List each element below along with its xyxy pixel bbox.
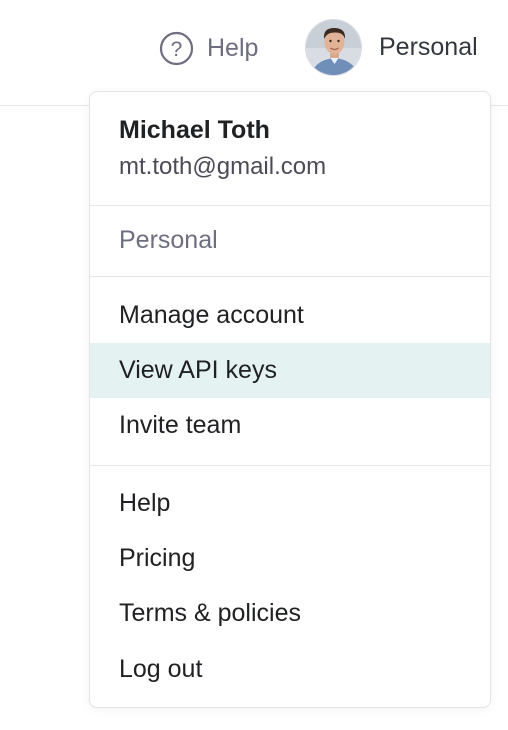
account-label: Personal (379, 32, 478, 61)
user-info: Michael Toth mt.toth@gmail.com (90, 92, 490, 206)
menu-item-label: View API keys (119, 356, 277, 384)
menu-item-log-out[interactable]: Log out (90, 642, 490, 697)
help-label: Help (207, 33, 259, 62)
menu-item-terms-policies[interactable]: Terms & policies (90, 586, 490, 641)
menu-item-invite-team[interactable]: Invite team (90, 398, 490, 453)
menu-item-label: Terms & policies (119, 599, 301, 627)
menu-item-pricing[interactable]: Pricing (90, 531, 490, 586)
account-dropdown-menu: Michael Toth mt.toth@gmail.com Personal … (89, 91, 491, 708)
svg-text:?: ? (171, 38, 183, 61)
menu-item-label: Help (119, 489, 171, 517)
account-switcher-button[interactable]: Personal (305, 18, 478, 76)
menu-item-help[interactable]: Help (90, 476, 490, 531)
divider (90, 465, 490, 466)
user-name: Michael Toth (119, 116, 270, 144)
divider (90, 276, 490, 277)
menu-item-manage-account[interactable]: Manage account (90, 288, 490, 343)
menu-item-view-api-keys[interactable]: View API keys (90, 343, 490, 398)
menu-item-label: Pricing (119, 544, 196, 572)
menu-item-label: Manage account (119, 301, 304, 329)
help-link[interactable]: ? Help (159, 31, 258, 65)
menu-item-label: Log out (119, 655, 203, 683)
user-email: mt.toth@gmail.com (119, 153, 327, 180)
divider (90, 205, 490, 206)
organization-label: Personal (119, 226, 218, 254)
question-circle-icon: ? (159, 31, 194, 66)
avatar (305, 18, 362, 76)
menu-item-label: Invite team (119, 411, 242, 439)
